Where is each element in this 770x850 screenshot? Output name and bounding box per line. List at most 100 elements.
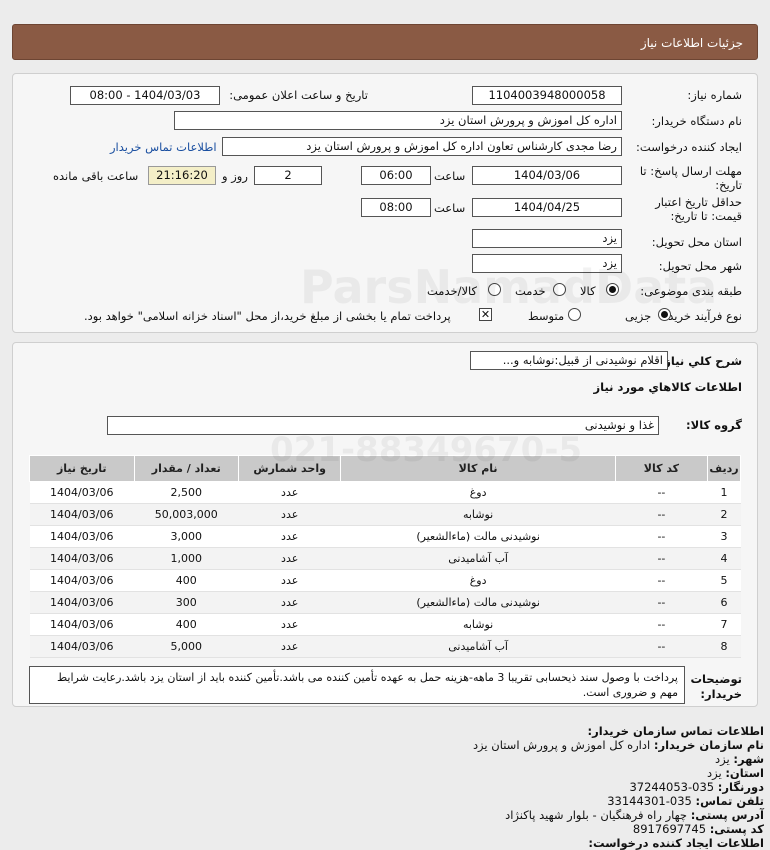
cell-quantity: 50,003,000 [134, 503, 239, 526]
contact-city-row: شهر: یزد [715, 752, 764, 766]
description-label: شرح کلي نياز: [659, 354, 742, 368]
col-goods-name: نام کالا [340, 455, 616, 482]
col-need-date: تاریخ نیاز [29, 455, 135, 482]
cell-unit: عدد [238, 481, 341, 504]
cell-need-date: 1404/03/06 [29, 635, 135, 658]
notes-label-2: خریدار: [700, 687, 742, 701]
contact-org-label: نام سازمان خریدار: [653, 738, 764, 752]
category-goods-label: کالا [580, 284, 596, 298]
goods-group-field: غذا و نوشیدنی [107, 416, 659, 435]
category-label: طبقه بندی موضوعی: [640, 284, 742, 298]
cell-unit: عدد [238, 503, 341, 526]
cell-row-number: 3 [707, 525, 741, 548]
contact-creator-title: اطلاعات ایجاد کننده درخواست: [588, 836, 764, 850]
contact-phone-value: 035-33144301 [607, 794, 692, 808]
contact-phone-label: تلفن تماس: [695, 794, 764, 808]
goods-group-label: گروه کالا: [686, 418, 742, 432]
contact-city-label: شهر: [733, 752, 764, 766]
contact-province-label: استان: [725, 766, 764, 780]
contact-postal-row: کد پستی: 8917697745 [633, 822, 764, 836]
days-label: روز و [222, 169, 248, 183]
cell-goods-code: -- [615, 591, 708, 614]
cell-goods-code: -- [615, 503, 708, 526]
page-header: جزئیات اطلاعات نیاز [12, 24, 758, 60]
notes-box: پرداخت با وصول سند ذیحسابی تقریبا 3 ماهه… [29, 666, 685, 704]
deadline-time-field: 06:00 [361, 166, 431, 185]
table-row: 5 -- دوغ عدد 400 1404/03/06 [29, 569, 741, 592]
contact-org-value: اداره کل اموزش و پرورش استان یزد [472, 738, 651, 752]
need-number-field: 1104003948000058 [472, 86, 622, 105]
cell-need-date: 1404/03/06 [29, 547, 135, 570]
cell-unit: عدد [238, 569, 341, 592]
cell-unit: عدد [238, 547, 341, 570]
cell-goods-name: آب آشامیدنی [340, 635, 616, 658]
cell-row-number: 5 [707, 569, 741, 592]
deadline-label-1: مهلت ارسال پاسخ: تا [639, 164, 742, 178]
cell-quantity: 400 [134, 613, 239, 636]
creator-label: ایجاد کننده درخواست: [636, 140, 742, 154]
remaining-time-field: 21:16:20 [148, 166, 216, 185]
contact-fax-row: دورنگار: 035-37244053 [629, 780, 764, 794]
cell-need-date: 1404/03/06 [29, 569, 135, 592]
process-medium-radio[interactable] [568, 308, 581, 321]
cell-unit: عدد [238, 525, 341, 548]
cell-goods-name: نوشیدنی مالت (ماءالشعیر) [340, 591, 616, 614]
cell-row-number: 7 [707, 613, 741, 636]
process-label: نوع فرآیند خرید : [660, 309, 742, 323]
col-quantity: تعداد / مقدار [133, 455, 239, 482]
cell-goods-code: -- [615, 481, 708, 504]
buyer-org-field: اداره کل اموزش و پرورش استان یزد [174, 111, 622, 130]
validity-time-label: ساعت [434, 201, 466, 215]
contact-city-value: یزد [715, 752, 730, 766]
contact-postal-label: کد پستی: [709, 822, 764, 836]
cell-row-number: 1 [707, 481, 741, 504]
validity-time-field: 08:00 [361, 198, 431, 217]
table-header-row: ردیف کد کالا نام کالا واحد شمارش تعداد /… [29, 455, 741, 482]
validity-label-1: حداقل تاریخ اعتبار [655, 195, 742, 209]
category-goods-radio[interactable] [606, 283, 619, 296]
buyer-contact-link[interactable]: اطلاعات تماس خریدار [110, 140, 217, 154]
notes-label-1: توضیحات [690, 672, 743, 686]
announce-label: تاریخ و ساعت اعلان عمومی: [229, 88, 368, 102]
cell-need-date: 1404/03/06 [29, 613, 135, 636]
process-medium-label: متوسط [528, 309, 565, 323]
table-row: 4 -- آب آشامیدنی عدد 1,000 1404/03/06 [29, 547, 741, 570]
cell-goods-name: نوشابه [340, 503, 616, 526]
table-row: 8 -- آب آشامیدنی عدد 5,000 1404/03/06 [29, 635, 741, 658]
category-both-radio[interactable] [488, 283, 501, 296]
category-service-radio[interactable] [553, 283, 566, 296]
deadline-date-field: 1404/03/06 [472, 166, 622, 185]
creator-field: رضا مجدی کارشناس تعاون اداره کل اموزش و … [222, 137, 622, 156]
contact-title: اطلاعات تماس سازمان خریدار: [587, 724, 764, 738]
treasury-payment-checkbox[interactable]: ✕ [479, 308, 492, 321]
contact-province-row: استان: یزد [707, 766, 764, 780]
notes-text: پرداخت با وصول سند ذیحسابی تقریبا 3 ماهه… [56, 671, 678, 699]
page-title: جزئیات اطلاعات نیاز [640, 36, 743, 50]
table-row: 2 -- نوشابه عدد 50,003,000 1404/03/06 [29, 503, 741, 526]
col-unit: واحد شمارش [237, 455, 342, 482]
cell-goods-name: نوشیدنی مالت (ماءالشعیر) [340, 525, 616, 548]
cell-need-date: 1404/03/06 [29, 481, 135, 504]
cell-goods-code: -- [615, 613, 708, 636]
cell-quantity: 1,000 [134, 547, 239, 570]
need-number-label: شماره نیاز: [687, 88, 742, 102]
deadline-label-2: تاریخ: [715, 178, 742, 192]
col-goods-code: کد کالا [614, 455, 709, 482]
category-service-label: خدمت [515, 284, 546, 298]
cell-goods-code: -- [615, 635, 708, 658]
announce-field: 1404/03/03 - 08:00 [70, 86, 220, 105]
cell-goods-name: آب آشامیدنی [340, 547, 616, 570]
remaining-label: ساعت باقی مانده [53, 169, 139, 183]
province-label: استان محل تحویل: [651, 235, 742, 249]
table-row: 6 -- نوشیدنی مالت (ماءالشعیر) عدد 300 1404/03… [29, 591, 741, 614]
contact-fax-value: 035-37244053 [629, 780, 715, 794]
cell-need-date: 1404/03/06 [29, 525, 135, 548]
province-field: یزد [472, 229, 622, 248]
process-partial-radio[interactable] [658, 308, 671, 321]
cell-quantity: 3,000 [134, 525, 239, 548]
validity-date-field: 1404/04/25 [472, 198, 622, 217]
cell-goods-name: دوغ [340, 481, 616, 504]
cell-unit: عدد [238, 591, 341, 614]
cell-need-date: 1404/03/06 [29, 503, 135, 526]
cell-quantity: 400 [134, 569, 239, 592]
